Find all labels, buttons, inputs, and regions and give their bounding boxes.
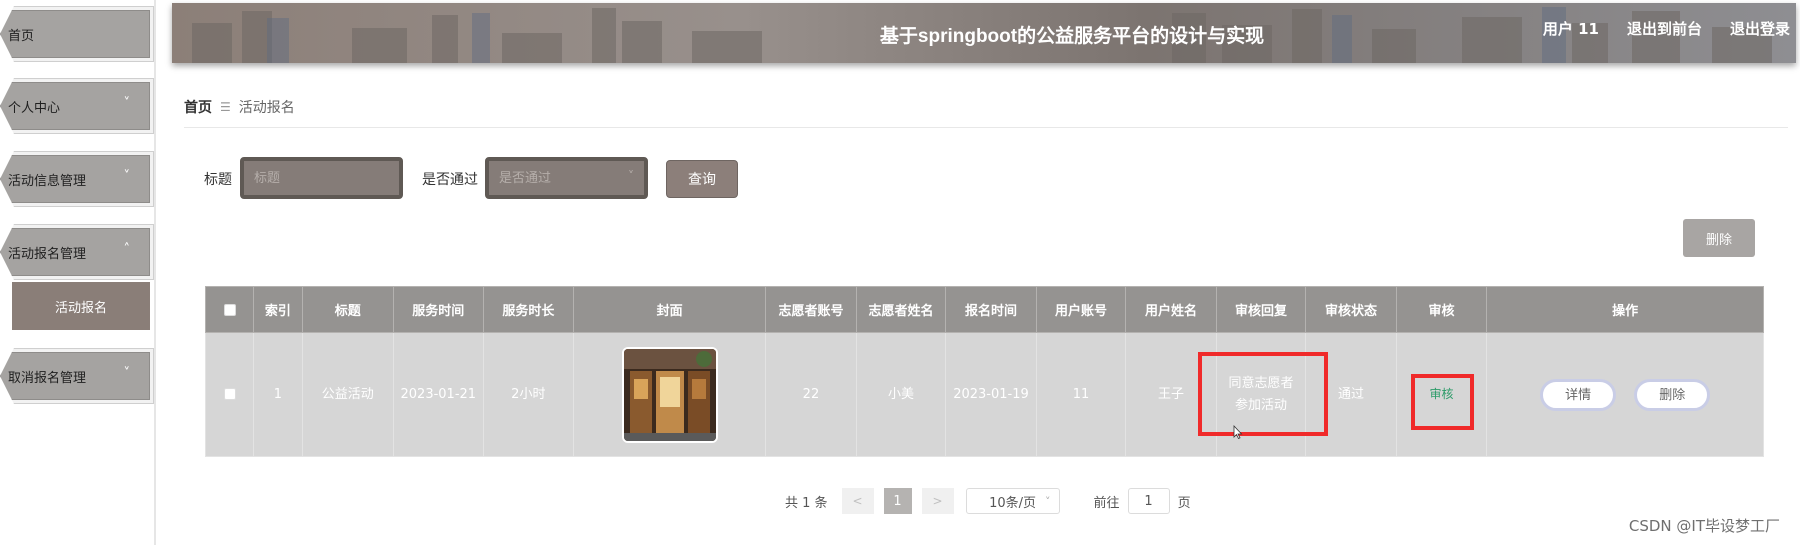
column-header: 标题 bbox=[301, 286, 395, 333]
column-header: 报名时间 bbox=[945, 286, 1037, 333]
chevron-up-icon: ˄ bbox=[123, 242, 131, 257]
sidebar-item-label: 活动报名管理 bbox=[8, 246, 87, 262]
passed-filter-label: 是否通过 bbox=[422, 172, 478, 188]
row-delete-button[interactable]: 删除 bbox=[1634, 378, 1711, 411]
sidebar-item-label: 个人中心 bbox=[8, 100, 61, 116]
sidebar-item-activity-info[interactable]: 活动信息管理 ˅ bbox=[0, 155, 150, 203]
row-select-cell bbox=[204, 332, 255, 457]
sidebar-item-cancel-signup[interactable]: 取消报名管理 ˅ bbox=[0, 352, 150, 400]
next-page-button[interactable]: > bbox=[921, 488, 954, 514]
title-filter-field bbox=[240, 157, 403, 199]
column-header: 审核状态 bbox=[1305, 286, 1397, 333]
passed-select-input[interactable] bbox=[499, 170, 644, 186]
chevron-down-icon: ˅ bbox=[123, 96, 131, 111]
chevron-down-icon: ˅ bbox=[123, 169, 131, 184]
sidebar-item-label: 活动信息管理 bbox=[8, 173, 87, 189]
row-checkbox[interactable] bbox=[223, 388, 236, 400]
sidebar-item-label: 首页 bbox=[8, 28, 35, 44]
column-header: 索引 bbox=[253, 286, 303, 333]
sidebar-item-signup-management[interactable]: 活动报名管理 ˄ bbox=[0, 228, 150, 276]
menu-icon: ☰ bbox=[220, 100, 231, 114]
divider bbox=[184, 127, 1788, 128]
page-number-button[interactable]: 1 bbox=[883, 488, 912, 514]
sidebar-item-personal-center[interactable]: 个人中心 ˅ bbox=[0, 82, 150, 130]
page-size-value: 10条/页 bbox=[989, 495, 1037, 511]
chevron-down-icon: ˅ bbox=[1045, 494, 1051, 508]
cell-duration: 2小时 bbox=[482, 332, 575, 457]
app-title: 基于springboot的公益服务平台的设计与实现 bbox=[879, 26, 1265, 47]
breadcrumb-home[interactable]: 首页 bbox=[184, 97, 212, 117]
select-all-cell bbox=[204, 286, 255, 333]
query-button[interactable]: 查询 bbox=[666, 160, 738, 198]
total-count: 共 1 条 bbox=[785, 495, 828, 511]
column-header: 志愿者姓名 bbox=[855, 286, 947, 333]
column-header: 用户姓名 bbox=[1125, 286, 1217, 333]
page-size-select[interactable]: 10条/页 ˅ bbox=[965, 488, 1060, 514]
highlight-box-reply bbox=[1198, 352, 1328, 436]
column-header: 志愿者账号 bbox=[765, 286, 857, 333]
cell-volunteer-account: 22 bbox=[765, 332, 857, 457]
prev-page-button[interactable]: < bbox=[841, 488, 874, 514]
user-name-link[interactable]: 用户 11 bbox=[1543, 18, 1599, 39]
select-all-checkbox[interactable] bbox=[223, 303, 236, 316]
column-header: 用户账号 bbox=[1035, 286, 1127, 333]
breadcrumb: 首页 ☰ 活动报名 bbox=[184, 97, 295, 117]
cell-service-time: 2023-01-21 bbox=[393, 332, 484, 457]
logout-link[interactable]: 退出登录 bbox=[1730, 18, 1790, 39]
table-row: 1 公益活动 2023-01-21 2小时 22 小美 2023-01-19 1… bbox=[204, 332, 1764, 457]
sidebar: 首页 个人中心 ˅ 活动信息管理 ˅ 活动报名管理 ˄ 活动报名 取消报名管理 … bbox=[0, 0, 156, 545]
cover-image[interactable] bbox=[621, 346, 718, 443]
column-header: 服务时长 bbox=[482, 286, 575, 333]
sidebar-item-label: 取消报名管理 bbox=[8, 370, 87, 386]
highlight-box-audit bbox=[1411, 374, 1474, 430]
chevron-down-icon: ˅ bbox=[628, 169, 634, 183]
column-header: 操作 bbox=[1486, 286, 1764, 333]
page-unit-label: 页 bbox=[1177, 495, 1191, 511]
cell-index: 1 bbox=[253, 332, 303, 457]
exit-to-front-link[interactable]: 退出到前台 bbox=[1627, 18, 1702, 39]
passed-filter-select[interactable]: ˅ bbox=[485, 157, 648, 199]
cell-cover bbox=[573, 332, 767, 457]
header-bar: 基于springboot的公益服务平台的设计与实现 用户 11 退出到前台 退出… bbox=[172, 3, 1796, 63]
storefront-image bbox=[623, 348, 716, 441]
cell-title: 公益活动 bbox=[301, 332, 395, 457]
sidebar-subitem-signup[interactable]: 活动报名 bbox=[12, 282, 150, 330]
column-header: 服务时间 bbox=[393, 286, 484, 333]
pagination: 共 1 条 < 1 > 10条/页 ˅ 前往 页 bbox=[785, 488, 1191, 514]
cell-signup-time: 2023-01-19 bbox=[945, 332, 1037, 457]
batch-delete-button[interactable]: 删除 bbox=[1683, 219, 1755, 257]
title-filter-label: 标题 bbox=[204, 172, 232, 188]
table-header-row: 索引 标题 服务时间 服务时长 封面 志愿者账号 志愿者姓名 报名时间 用户账号… bbox=[204, 286, 1764, 333]
chevron-down-icon: ˅ bbox=[123, 366, 131, 381]
cell-actions: 详情 删除 bbox=[1486, 332, 1764, 457]
signup-table: 索引 标题 服务时间 服务时长 封面 志愿者账号 志愿者姓名 报名时间 用户账号… bbox=[204, 286, 1764, 457]
goto-label: 前往 bbox=[1093, 495, 1120, 511]
column-header: 封面 bbox=[573, 286, 767, 333]
detail-button[interactable]: 详情 bbox=[1540, 378, 1617, 411]
column-header: 审核回复 bbox=[1215, 286, 1307, 333]
cell-user-account: 11 bbox=[1035, 332, 1127, 457]
sidebar-subitem-label: 活动报名 bbox=[54, 300, 107, 316]
column-header: 审核 bbox=[1395, 286, 1488, 333]
goto-page-input[interactable] bbox=[1127, 488, 1170, 514]
mouse-cursor-icon bbox=[1233, 425, 1243, 439]
cell-volunteer-name: 小美 bbox=[855, 332, 947, 457]
title-search-input[interactable] bbox=[254, 170, 399, 186]
sidebar-item-home[interactable]: 首页 bbox=[0, 10, 150, 58]
watermark: CSDN @IT毕设梦工厂 bbox=[1628, 517, 1780, 535]
breadcrumb-current: 活动报名 bbox=[238, 100, 295, 116]
